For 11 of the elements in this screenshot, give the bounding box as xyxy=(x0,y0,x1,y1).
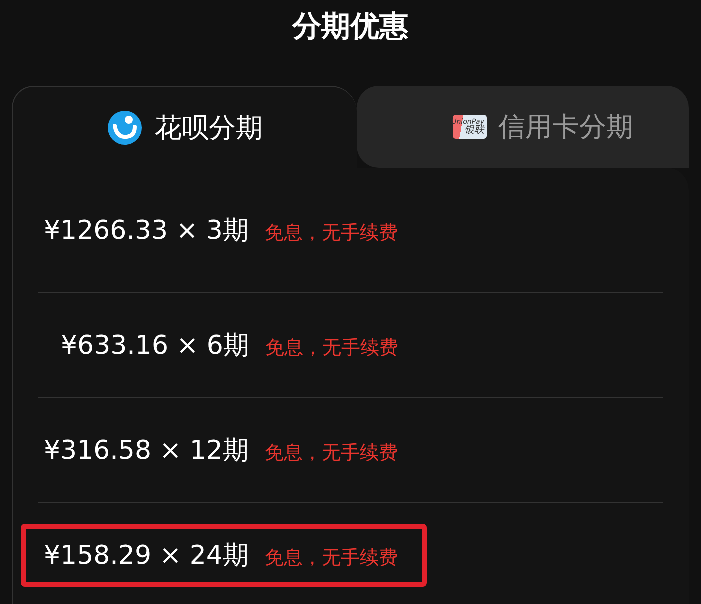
installment-amount: ¥633.16 × 6期 xyxy=(61,330,250,362)
fee-note: 免息，无手续费 xyxy=(264,440,398,466)
installment-amount: ¥316.58 × 12期 xyxy=(44,434,249,468)
fee-note: 免息，无手续费 xyxy=(264,220,398,246)
tab[interactable]: 花呗分期 xyxy=(12,86,357,168)
logo-icon xyxy=(107,110,143,146)
fee-note: 免息，无手续费 xyxy=(265,336,398,360)
page-title: 分期优惠 xyxy=(292,8,408,45)
installment-amount: ¥1266.33 × 3期 xyxy=(44,214,249,248)
fee-note: 免息，无手续费 xyxy=(264,546,398,570)
installment-amount: ¥158.29 × 24期 xyxy=(44,540,249,572)
